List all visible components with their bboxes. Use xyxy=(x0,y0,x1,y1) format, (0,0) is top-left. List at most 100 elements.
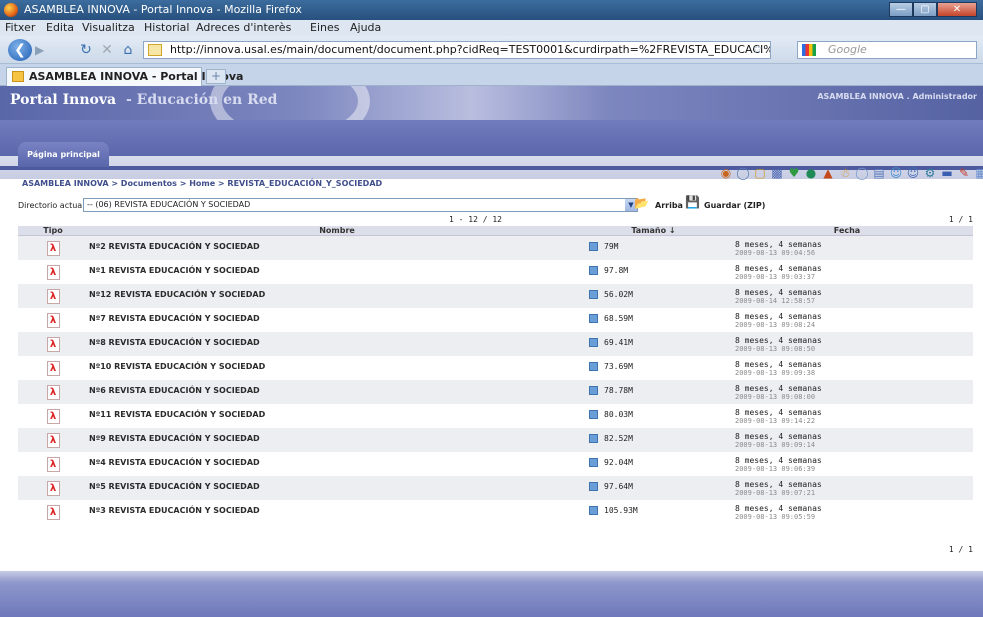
file-name-link[interactable]: Nº7 REVISTA EDUCACIÓN Y SOCIEDAD xyxy=(88,308,586,323)
exercise-icon[interactable]: ◯ xyxy=(854,166,870,181)
search-input[interactable]: Google xyxy=(797,41,977,59)
menu-ajuda[interactable]: Ajuda xyxy=(350,21,381,34)
floppy-disk-icon[interactable] xyxy=(589,265,598,275)
minimize-button[interactable]: — xyxy=(889,2,913,17)
file-size-cell: 68.59M xyxy=(586,307,721,332)
floppy-disk-icon[interactable] xyxy=(589,457,598,467)
pdf-icon[interactable]: λ xyxy=(46,241,60,256)
file-age: 8 meses, 4 semanas xyxy=(735,479,822,489)
file-size-cell: 80.03M xyxy=(586,403,721,428)
pdf-icon[interactable]: λ xyxy=(46,456,60,472)
floppy-disk-icon[interactable] xyxy=(589,433,598,443)
file-name-link[interactable]: Nº8 REVISTA EDUCACIÓN Y SOCIEDAD xyxy=(88,332,586,347)
floppy-disk-icon[interactable] xyxy=(589,481,598,491)
menu-historial[interactable]: Historial xyxy=(144,21,189,34)
file-size: 80.03M xyxy=(604,409,633,419)
table-header: Tipo Nombre Tamaño ↓ Fecha xyxy=(18,226,973,236)
pdf-icon[interactable]: λ xyxy=(46,288,60,304)
file-size: 68.59M xyxy=(604,313,633,323)
floppy-disk-icon[interactable] xyxy=(589,289,598,299)
survey-icon[interactable]: ☺ xyxy=(888,166,904,181)
file-name-link[interactable]: Nº4 REVISTA EDUCACIÓN Y SOCIEDAD xyxy=(88,452,586,467)
pdf-icon[interactable]: λ xyxy=(46,336,60,352)
column-nombre[interactable]: Nombre xyxy=(88,226,586,236)
bookmark-star-icon[interactable]: ☆ xyxy=(752,42,763,56)
save-zip-icon[interactable]: 💾 xyxy=(685,195,703,211)
document-icon[interactable]: ▢ xyxy=(752,166,768,181)
file-name-link[interactable]: Nº6 REVISTA EDUCACIÓN Y SOCIEDAD xyxy=(88,380,586,395)
group-icon[interactable]: ▲ xyxy=(820,166,836,181)
agenda-icon[interactable]: ◉ xyxy=(718,166,734,181)
pdf-icon[interactable]: λ xyxy=(46,384,60,400)
file-name-link[interactable]: Nº5 REVISTA EDUCACIÓN Y SOCIEDAD xyxy=(88,476,586,491)
file-name-cell: Nº7 REVISTA EDUCACIÓN Y SOCIEDAD xyxy=(88,307,586,332)
file-name-link[interactable]: Nº2 REVISTA EDUCACIÓN Y SOCIEDAD xyxy=(88,236,586,251)
folder-up-icon[interactable]: 📂 xyxy=(634,196,652,210)
home-icon[interactable]: ⌂ xyxy=(120,42,136,58)
back-arrow-icon[interactable]: ❮ xyxy=(8,39,32,61)
navigation-toolbar: ❮ ▶ ↻ ✕ ⌂ http://innova.usal.es/main/doc… xyxy=(0,36,983,64)
column-tipo[interactable]: Tipo xyxy=(18,226,88,236)
file-name-link[interactable]: Nº3 REVISTA EDUCACIÓN Y SOCIEDAD xyxy=(88,500,586,515)
file-name-link[interactable]: Nº12 REVISTA EDUCACIÓN Y SOCIEDAD xyxy=(88,284,586,299)
file-name-link[interactable]: Nº10 REVISTA EDUCACIÓN Y SOCIEDAD xyxy=(88,356,586,371)
floppy-disk-icon[interactable] xyxy=(589,385,598,395)
menu-adreces[interactable]: Adreces d'interès xyxy=(196,21,291,34)
menu-fitxer[interactable]: Fitxer xyxy=(5,21,35,34)
chat-icon[interactable]: ☃ xyxy=(837,166,853,181)
save-zip-link[interactable]: Guardar (ZIP) xyxy=(704,201,765,210)
file-timestamp: 2009-08-13 09:05:59 xyxy=(735,512,816,521)
browser-tab-asamblea[interactable]: ASAMBLEA INNOVA - Portal Innova xyxy=(6,67,243,86)
portal-title[interactable]: Portal Innova xyxy=(10,92,116,108)
forum-icon[interactable]: ▩ xyxy=(769,166,785,181)
directory-select[interactable]: -- (06) REVISTA EDUCACIÓN Y SOCIEDAD ▼ xyxy=(83,198,638,212)
pdf-icon[interactable]: λ xyxy=(46,432,60,448)
pdf-icon[interactable]: λ xyxy=(46,408,60,424)
stop-icon[interactable]: ✕ xyxy=(99,42,115,58)
tracking-icon[interactable]: ☺ xyxy=(905,166,921,181)
blog-icon[interactable]: ▬ xyxy=(939,166,955,181)
floppy-disk-icon[interactable] xyxy=(589,242,598,251)
search-placeholder: Google xyxy=(828,43,867,56)
tab-favicon-icon xyxy=(12,71,24,82)
wiki-icon[interactable]: ▤ xyxy=(871,166,887,181)
reload-icon[interactable]: ↻ xyxy=(78,42,94,58)
pdf-icon[interactable]: λ xyxy=(46,264,60,280)
user-icon[interactable]: ● xyxy=(803,166,819,181)
floppy-disk-icon[interactable] xyxy=(589,409,598,419)
forward-arrow-icon[interactable]: ▶ xyxy=(35,43,51,57)
url-bar[interactable]: http://innova.usal.es/main/document/docu… xyxy=(143,41,771,59)
column-fecha[interactable]: Fecha xyxy=(721,226,973,236)
file-name-link[interactable]: Nº1 REVISTA EDUCACIÓN Y SOCIEDAD xyxy=(88,260,586,275)
up-link[interactable]: Arriba xyxy=(655,201,683,210)
pdf-icon[interactable]: λ xyxy=(46,480,60,496)
floppy-disk-icon[interactable] xyxy=(589,337,598,347)
backup-icon[interactable]: ▦ xyxy=(973,166,983,181)
breadcrumb[interactable]: ASAMBLEA INNOVA > Documentos > Home > RE… xyxy=(22,179,382,188)
settings-icon[interactable]: ⚙ xyxy=(922,166,938,181)
window-controls: — ▢ ✕ xyxy=(889,2,977,17)
close-button[interactable]: ✕ xyxy=(937,2,977,17)
floppy-disk-icon[interactable] xyxy=(589,505,598,515)
floppy-disk-icon[interactable] xyxy=(589,313,598,323)
file-date-cell: 8 meses, 4 semanas 2009-08-13 09:06:39 xyxy=(721,451,973,476)
floppy-disk-icon[interactable] xyxy=(589,361,598,371)
table-row: λ Nº2 REVISTA EDUCACIÓN Y SOCIEDAD 79M 8 me… xyxy=(18,235,973,260)
pdf-icon[interactable]: λ xyxy=(46,360,60,376)
menu-edita[interactable]: Edita xyxy=(46,21,74,34)
maximize-button[interactable]: ▢ xyxy=(913,2,937,17)
announcement-icon[interactable]: ♥ xyxy=(786,166,802,181)
menu-visualitza[interactable]: Visualitza xyxy=(82,21,135,34)
file-name-link[interactable]: Nº9 REVISTA EDUCACIÓN Y SOCIEDAD xyxy=(88,428,586,443)
notebook-icon[interactable]: ✎ xyxy=(956,166,972,181)
file-name-link[interactable]: Nº11 REVISTA EDUCACIÓN Y SOCIEDAD xyxy=(88,404,586,419)
file-type-cell: λ xyxy=(18,235,88,260)
column-tamano[interactable]: Tamaño ↓ xyxy=(586,226,721,236)
pdf-icon[interactable]: λ xyxy=(46,504,60,520)
link-icon[interactable]: ◯ xyxy=(735,166,751,181)
window-title: ASAMBLEA INNOVA - Portal Innova - Mozill… xyxy=(24,3,302,16)
pdf-icon[interactable]: λ xyxy=(46,312,60,328)
tab-pagina-principal[interactable]: Página principal xyxy=(18,142,109,167)
menu-eines[interactable]: Eines xyxy=(310,21,339,34)
new-tab-button[interactable]: + xyxy=(206,69,226,84)
